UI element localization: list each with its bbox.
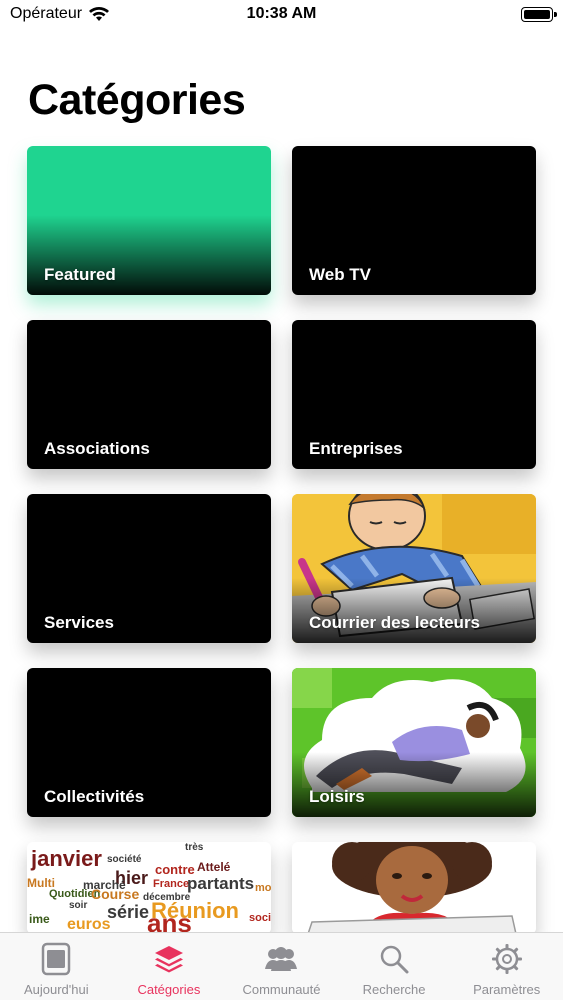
category-card-woman-newspaper[interactable] bbox=[292, 842, 536, 934]
tab-bar: Aujourd'hui Catégories Communauté Recher… bbox=[0, 932, 563, 1000]
word-cloud-illustration: janvier société contre très Attelé hier … bbox=[27, 842, 271, 934]
word: soir bbox=[69, 900, 88, 911]
layers-icon bbox=[151, 941, 187, 977]
category-label: Collectivités bbox=[44, 787, 145, 806]
woman-reading-illustration bbox=[292, 842, 536, 934]
tab-parametres[interactable]: Paramètres bbox=[450, 933, 563, 1000]
category-label: Featured bbox=[44, 265, 116, 284]
gear-icon bbox=[489, 941, 525, 977]
word: mois bbox=[255, 882, 271, 894]
card-gradient bbox=[292, 752, 536, 817]
tab-label: Aujourd'hui bbox=[23, 982, 89, 997]
category-card-courrier-des-lecteurs[interactable]: Courrier des lecteurs bbox=[292, 494, 536, 643]
category-label: Services bbox=[44, 613, 114, 632]
tab-label: Paramètres bbox=[473, 982, 541, 997]
word: soci bbox=[249, 912, 271, 924]
tab-label: Recherche bbox=[362, 982, 426, 997]
status-bar: Opérateur 10:38 AM bbox=[0, 0, 563, 30]
word: société bbox=[107, 854, 142, 865]
category-label: Loisirs bbox=[309, 787, 365, 806]
category-card-associations[interactable]: Associations bbox=[27, 320, 271, 469]
tab-label: Catégories bbox=[137, 982, 201, 997]
category-label: Web TV bbox=[309, 265, 372, 284]
tab-label: Communauté bbox=[242, 982, 321, 997]
category-card-web-tv[interactable]: Web TV bbox=[292, 146, 536, 295]
category-card-entreprises[interactable]: Entreprises bbox=[292, 320, 536, 469]
category-label: Entreprises bbox=[309, 439, 403, 458]
card-gradient bbox=[292, 578, 536, 643]
battery-icon bbox=[521, 7, 557, 22]
word: ans bbox=[147, 908, 192, 934]
tab-aujourdhui[interactable]: Aujourd'hui bbox=[0, 933, 113, 1000]
search-icon bbox=[376, 941, 412, 977]
word: Attelé bbox=[197, 860, 231, 874]
word: Course bbox=[91, 886, 140, 902]
people-icon bbox=[263, 941, 299, 977]
page-title: Catégories bbox=[28, 76, 246, 124]
category-card-word-cloud[interactable]: janvier société contre très Attelé hier … bbox=[27, 842, 271, 934]
clock: 10:38 AM bbox=[246, 5, 317, 22]
category-card-featured[interactable]: Featured bbox=[27, 146, 271, 295]
tab-recherche[interactable]: Recherche bbox=[338, 933, 451, 1000]
word: France bbox=[153, 878, 190, 890]
tab-categories[interactable]: Catégories bbox=[113, 933, 226, 1000]
word: partants bbox=[187, 874, 255, 893]
category-label: Associations bbox=[44, 439, 150, 458]
category-card-loisirs[interactable]: Loisirs bbox=[292, 668, 536, 817]
today-icon bbox=[38, 941, 74, 977]
category-card-services[interactable]: Services bbox=[27, 494, 271, 643]
category-label: Courrier des lecteurs bbox=[309, 613, 481, 632]
word: ime bbox=[29, 912, 50, 926]
word: janvier bbox=[31, 846, 102, 871]
tab-communaute[interactable]: Communauté bbox=[225, 933, 338, 1000]
category-card-collectivites[interactable]: Collectivités bbox=[27, 668, 271, 817]
word: série bbox=[107, 902, 150, 922]
word: très bbox=[185, 842, 204, 853]
